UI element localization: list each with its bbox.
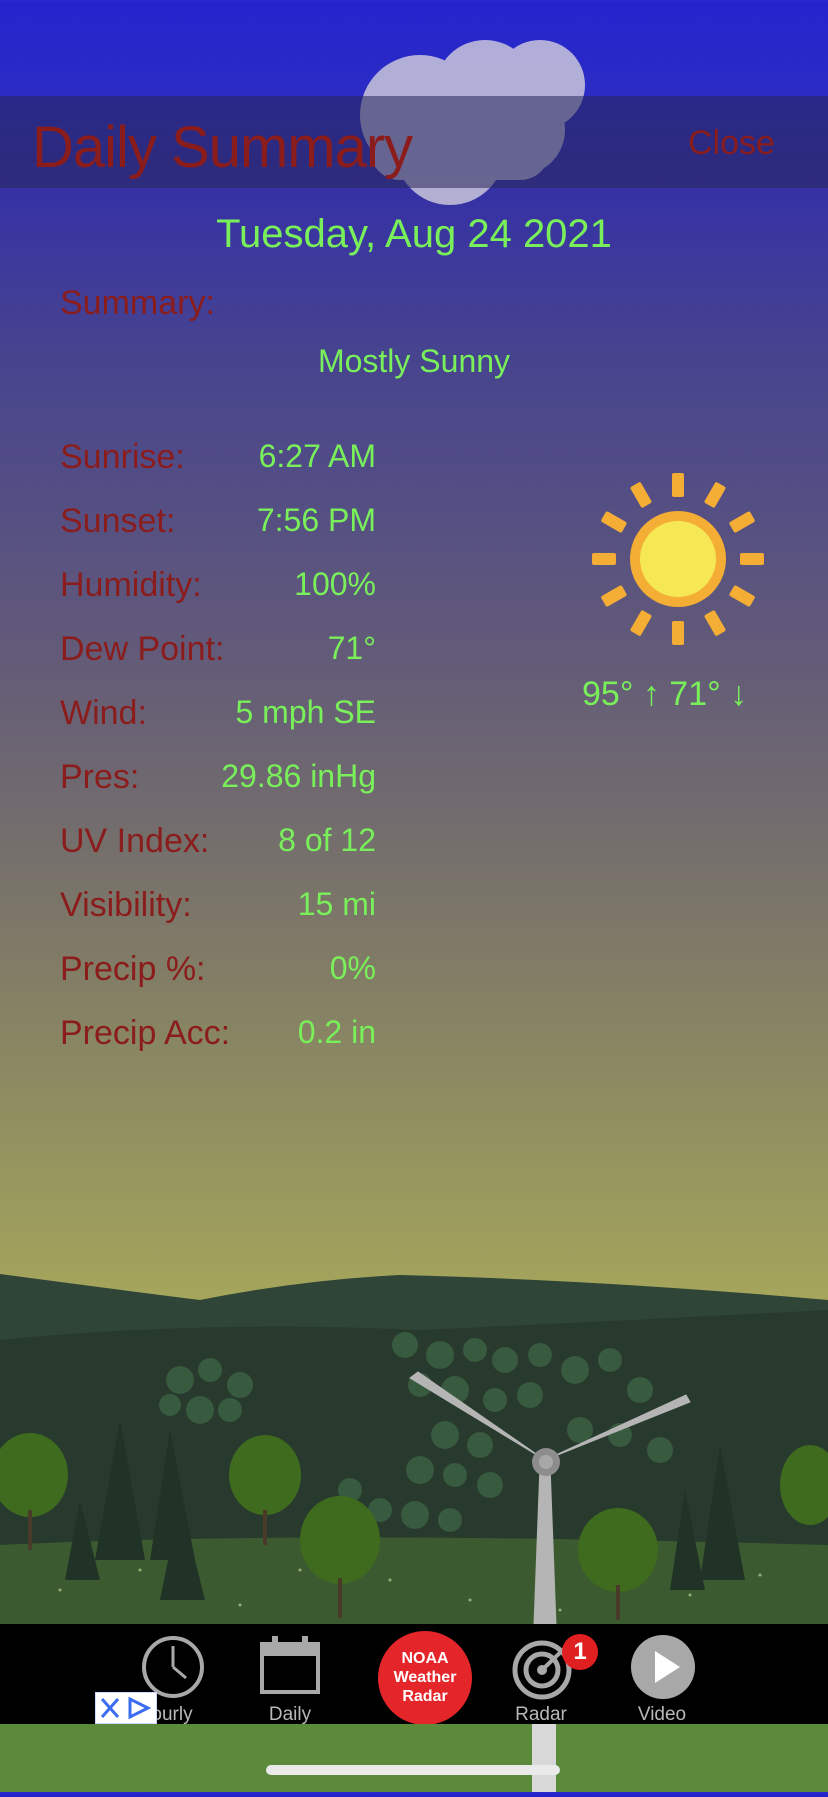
- detail-label: Pres:: [60, 758, 140, 796]
- detail-label: Precip Acc:: [60, 1014, 231, 1052]
- radar-notification-badge: 1: [562, 1634, 598, 1670]
- detail-value: 6:27 AM: [258, 438, 376, 474]
- detail-value: 5 mph SE: [235, 694, 376, 730]
- detail-row-sunset: Sunset: 7:56 PM: [60, 502, 376, 552]
- landscape-illustration: [0, 1274, 828, 1625]
- noaa-weather-radar-button[interactable]: NOAA Weather Radar: [378, 1631, 472, 1725]
- detail-row-wind: Wind: 5 mph SE: [60, 694, 376, 744]
- ground-strip: [0, 1724, 828, 1792]
- noaa-line-2: Weather: [393, 1669, 457, 1686]
- tab-daily-label: Daily: [268, 1704, 312, 1725]
- page-title: Daily Summary: [32, 115, 413, 180]
- summary-label: Summary:: [60, 284, 215, 322]
- detail-value: 15 mi: [297, 886, 376, 922]
- date-label: Tuesday, Aug 24 2021: [216, 212, 612, 256]
- play-icon: [631, 1635, 695, 1699]
- noaa-line-1: NOAA: [401, 1650, 449, 1667]
- detail-label: UV Index:: [60, 822, 210, 860]
- detail-label: Dew Point:: [60, 630, 225, 668]
- detail-label: Visibility:: [60, 886, 192, 924]
- detail-row-humidity: Humidity: 100%: [60, 566, 376, 616]
- detail-row-pressure: Pres: 29.86 inHg: [60, 758, 376, 808]
- detail-value: 29.86 inHg: [221, 758, 376, 794]
- detail-label: Humidity:: [60, 566, 202, 604]
- detail-label: Wind:: [60, 694, 147, 732]
- high-low-temps: 95° ↑ 71° ↓: [582, 675, 748, 713]
- tab-daily[interactable]: Daily: [240, 1624, 340, 1725]
- clock-icon: [142, 1636, 204, 1698]
- detail-row-dew-point: Dew Point: 71°: [60, 630, 376, 680]
- tab-video-label: Video: [637, 1704, 687, 1725]
- ad-choices-overlay[interactable]: [95, 1692, 157, 1724]
- detail-value: 100%: [294, 566, 376, 602]
- tab-radar-label: Radar: [515, 1704, 567, 1725]
- sun-icon: [592, 473, 764, 645]
- detail-row-visibility: Visibility: 15 mi: [60, 886, 376, 936]
- turbine-base: [532, 1724, 556, 1792]
- detail-value: 71°: [327, 630, 376, 666]
- summary-value: Mostly Sunny: [317, 343, 511, 379]
- detail-label: Precip %:: [60, 950, 206, 988]
- detail-row-precip-acc: Precip Acc: 0.2 in: [60, 1014, 376, 1064]
- detail-row-precip-percent: Precip %: 0%: [60, 950, 376, 1000]
- noaa-line-3: Radar: [402, 1688, 448, 1705]
- detail-value: 0%: [329, 950, 376, 986]
- detail-value: 8 of 12: [278, 822, 376, 858]
- detail-value: 7:56 PM: [256, 502, 376, 538]
- tab-video[interactable]: Video: [612, 1624, 712, 1725]
- header-bar: Daily Summary Close: [0, 96, 828, 188]
- calendar-icon: [260, 1636, 320, 1694]
- detail-row-sunrise: Sunrise: 6:27 AM: [60, 438, 376, 488]
- detail-label: Sunset:: [60, 502, 176, 540]
- detail-row-uv-index: UV Index: 8 of 12: [60, 822, 376, 872]
- ad-close-icon[interactable]: [96, 1693, 156, 1723]
- detail-label: Sunrise:: [60, 438, 185, 476]
- detail-value: 0.2 in: [297, 1014, 376, 1050]
- home-indicator[interactable]: [266, 1765, 560, 1775]
- close-button[interactable]: Close: [688, 124, 828, 163]
